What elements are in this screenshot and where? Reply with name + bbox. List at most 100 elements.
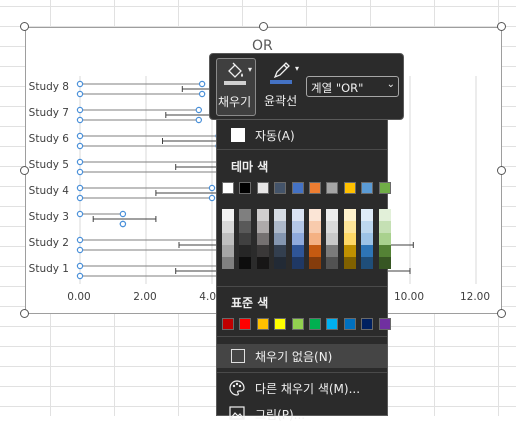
auto-swatch [231,128,245,142]
y-tick-label: Study 1 [28,263,69,275]
color-swatch[interactable] [222,318,234,330]
outline-button[interactable]: ▾ 윤곽선 [264,58,304,116]
divider [217,336,387,337]
color-swatch[interactable] [378,221,391,233]
color-swatch[interactable] [361,245,374,257]
divider [217,149,387,150]
color-swatch[interactable] [343,245,356,257]
color-swatch[interactable] [361,257,374,269]
color-swatch[interactable] [291,318,304,330]
color-swatch[interactable] [274,182,287,194]
data-point [76,194,84,202]
color-swatch[interactable] [343,318,356,330]
series-select[interactable]: 계열 "OR" ⌄ [306,76,399,97]
color-swatch[interactable] [378,318,391,330]
color-swatch[interactable] [309,182,321,194]
color-swatch[interactable] [326,245,339,257]
color-swatch[interactable] [222,257,234,269]
color-swatch[interactable] [256,233,269,245]
color-swatch[interactable] [291,245,304,257]
color-swatch[interactable] [343,182,356,194]
menu-item-auto[interactable]: 자동(A) [217,122,387,146]
color-swatch[interactable] [239,209,252,221]
color-swatch[interactable] [378,209,391,221]
resize-handle-top-right[interactable] [497,22,506,31]
y-tick-label: Study 4 [28,185,69,197]
color-swatch[interactable] [326,209,339,221]
color-swatch[interactable] [361,209,374,221]
color-swatch[interactable] [256,209,269,221]
color-swatch[interactable] [256,221,269,233]
color-swatch[interactable] [291,221,304,233]
color-swatch[interactable] [326,233,339,245]
color-swatch[interactable] [291,233,304,245]
color-swatch[interactable] [361,182,374,194]
color-swatch[interactable] [274,233,287,245]
color-swatch[interactable] [309,318,321,330]
y-tick-label: Study 6 [28,133,69,145]
color-swatch[interactable] [239,182,252,194]
color-swatch[interactable] [274,245,287,257]
color-swatch[interactable] [343,209,356,221]
color-swatch[interactable] [326,257,339,269]
color-swatch[interactable] [256,245,269,257]
color-swatch[interactable] [343,221,356,233]
resize-handle-right[interactable] [497,166,506,175]
resize-handle-top[interactable] [259,22,268,31]
color-swatch[interactable] [309,257,321,269]
data-point [195,106,202,114]
color-swatch[interactable] [309,209,321,221]
data-point [208,194,216,202]
fill-button[interactable]: ▾ 채우기 [216,58,256,116]
color-swatch[interactable] [326,221,339,233]
data-point [76,142,84,150]
paint-bucket-icon [228,62,243,78]
color-swatch[interactable] [239,221,252,233]
color-swatch[interactable] [378,257,391,269]
data-point [76,262,84,270]
color-swatch[interactable] [222,221,234,233]
color-swatch[interactable] [361,233,374,245]
color-swatch[interactable] [309,245,321,257]
color-swatch[interactable] [378,182,391,194]
data-point [76,80,84,88]
color-swatch[interactable] [222,233,234,245]
color-swatch[interactable] [343,233,356,245]
color-swatch[interactable] [239,233,252,245]
color-swatch[interactable] [256,318,269,330]
color-swatch[interactable] [222,182,234,194]
chevron-down-icon: ▾ [248,65,253,74]
color-swatch[interactable] [361,221,374,233]
color-swatch[interactable] [239,318,252,330]
color-swatch[interactable] [256,257,269,269]
color-swatch[interactable] [343,257,356,269]
color-swatch[interactable] [274,257,287,269]
color-swatch[interactable] [326,318,339,330]
resize-handle-bottom-left[interactable] [20,309,29,318]
data-point [195,116,202,124]
outline-button-label: 윤곽선 [264,94,298,108]
color-swatch[interactable] [291,257,304,269]
color-swatch[interactable] [222,209,234,221]
color-swatch[interactable] [256,182,269,194]
color-swatch[interactable] [309,233,321,245]
menu-item-more-fill-colors[interactable]: 다른 채우기 색(M)... [217,376,387,400]
color-swatch[interactable] [326,182,339,194]
color-swatch[interactable] [361,318,374,330]
color-swatch[interactable] [222,245,234,257]
resize-handle-bottom-right[interactable] [497,309,506,318]
color-swatch[interactable] [239,245,252,257]
color-swatch[interactable] [274,318,287,330]
color-swatch[interactable] [291,182,304,194]
menu-item-no-fill[interactable]: 채우기 없음(N) [217,344,387,368]
color-swatch[interactable] [378,233,391,245]
color-swatch[interactable] [274,221,287,233]
color-swatch[interactable] [274,209,287,221]
resize-handle-top-left[interactable] [20,22,29,31]
color-swatch[interactable] [291,209,304,221]
menu-item-picture[interactable]: 그림(P)... [217,402,387,426]
color-swatch[interactable] [309,221,321,233]
color-swatch[interactable] [378,245,391,257]
chevron-down-icon: ▾ [295,64,300,73]
color-swatch[interactable] [239,257,252,269]
